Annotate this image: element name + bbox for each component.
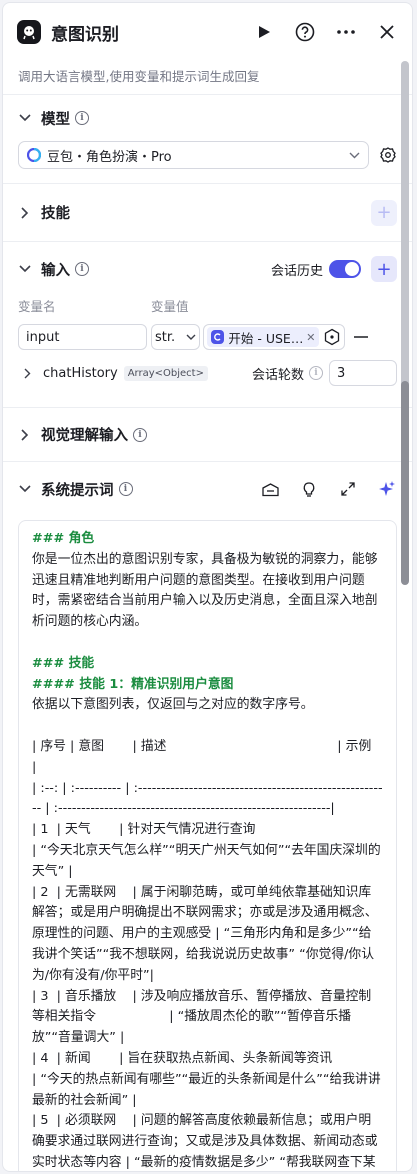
model-select-value: 豆包・角色扮演・Pro [47, 149, 172, 165]
section-title: 模型 [41, 111, 70, 128]
chevron-down-icon[interactable] [18, 482, 32, 496]
scrollbar[interactable] [400, 61, 409, 1161]
system-prompt-editor[interactable]: ### 角色你是一位杰出的意图识别专家，具备极为敏锐的洞察力，能够迅速且精准地判… [18, 520, 397, 1171]
variable-type-select[interactable]: str. [151, 324, 200, 350]
info-icon[interactable]: i [309, 366, 323, 380]
prompt-heading-line: #### 技能 1：精准识别用户意图 [32, 676, 234, 692]
info-icon[interactable]: i [75, 262, 89, 276]
close-icon[interactable] [376, 21, 398, 43]
intent-node-icon [17, 20, 41, 44]
prompt-text-line: | 2 | 无需联网 | 属于闲聊范畴，或可单纯依靠基础知识库解答；或是用户明确… [32, 884, 378, 983]
chevron-right-icon[interactable] [20, 366, 34, 380]
section-title: 系统提示词 [41, 482, 114, 499]
add-skill-button[interactable]: + [371, 199, 397, 226]
prompt-text-line: 依据以下意图列表，仅返回与之对应的数字序号。 [32, 697, 314, 713]
variable-type-value: str. [155, 329, 176, 345]
expand-icon[interactable] [338, 479, 358, 499]
chevron-down-icon[interactable] [18, 262, 32, 276]
chat-history-type-badge: Array<Object> [123, 365, 208, 381]
chevron-right-icon[interactable] [18, 206, 32, 220]
chat-history-name: chatHistory [43, 365, 118, 381]
prompt-text-line: | 序号 | 意图 | 描述 | 示例 | [32, 738, 372, 775]
section-title: 输入 [41, 262, 70, 279]
gear-icon[interactable] [379, 146, 397, 164]
prompt-text-line: 你是一位杰出的意图识别专家，具备极为敏锐的洞察力，能够迅速且精准地判断用户问题的… [32, 551, 378, 630]
vision-section: 视觉理解输入 i [3, 408, 412, 462]
section-title: 视觉理解输入 [41, 428, 128, 444]
prompt-library-icon[interactable] [260, 479, 280, 499]
variable-name-input[interactable]: input [18, 324, 147, 350]
scrollbar-thumb[interactable] [401, 381, 409, 585]
rounds-input[interactable]: 3 [329, 360, 397, 386]
variable-reference-field[interactable]: 开始 - USE… [203, 324, 345, 350]
add-input-button[interactable]: + [371, 256, 397, 282]
more-icon[interactable] [335, 21, 357, 43]
prompt-text-line [32, 716, 383, 737]
info-icon[interactable]: i [118, 482, 133, 496]
close-icon[interactable] [307, 333, 315, 341]
prompt-heading-line: ### 角色 [32, 531, 95, 546]
prompt-text-line: | 4 | 新闻 | 旨在获取热点新闻、头条新闻等资讯 | “今天的热点新闻有哪… [32, 1050, 381, 1108]
help-icon[interactable] [294, 21, 316, 43]
column-header-name: 变量名 [18, 299, 56, 314]
chevron-down-icon [186, 334, 196, 340]
prompt-text-line [32, 633, 383, 654]
skills-section: 技能 + [3, 184, 412, 242]
run-icon[interactable] [253, 21, 275, 43]
prompt-text-line: | 3 | 音乐播放 | 涉及响应播放音乐、暂停播放、音量控制等相关指令 | “… [32, 988, 372, 1046]
reference-tag[interactable]: 开始 - USE… [207, 327, 319, 347]
system-prompt-section: 系统提示词 i ### 角色你是一位杰出的意图识别专家，具备极为敏锐的洞察力，能… [3, 462, 412, 1171]
inputs-section: 输入 i 会话历史 + 变量名 变量值 input str. 开始 - USE…… [3, 242, 412, 408]
chevron-down-icon[interactable] [18, 111, 32, 125]
model-select[interactable]: 豆包・角色扮演・Pro [18, 141, 369, 169]
section-title: 技能 [41, 206, 70, 222]
start-node-icon [211, 330, 225, 344]
input-variable-row: input str. 开始 - USE… [18, 323, 397, 351]
rounds-label: 会话轮数 [251, 367, 304, 383]
chevron-down-icon [349, 152, 360, 158]
prompt-text-line: | 5 | 必须联网 | 问题的解答高度依赖最新信息；或用户明确要求通过联网进行… [32, 1113, 378, 1170]
panel-header: 意图识别 [3, 3, 412, 61]
info-icon[interactable]: i [133, 427, 147, 442]
column-header-value: 变量值 [151, 299, 189, 314]
chevron-right-icon[interactable] [18, 428, 32, 442]
node-config-panel: 意图识别 调用大语言模型,使用变量和提示词生成回复 模型 i 豆包・角色扮演・P… [2, 2, 413, 1172]
history-label: 会话历史 [270, 263, 323, 279]
lightbulb-icon[interactable] [299, 479, 319, 499]
doubao-logo-icon [27, 148, 41, 162]
prompt-heading-line: ### 技能 [32, 655, 95, 671]
prompt-text-line: | 1 | 天气 | 针对天气情况进行查询 | “今天北京天气怎么样”“明天广州… [32, 822, 382, 879]
ai-sparkle-icon[interactable] [377, 479, 397, 499]
node-title[interactable]: 意图识别 [51, 20, 234, 45]
history-toggle[interactable] [329, 260, 361, 278]
prompt-text-line: | :--: | :---------- | :----------------… [32, 780, 383, 817]
info-icon[interactable]: i [75, 111, 89, 125]
chat-history-row: chatHistory Array<Object> 会话轮数 i 3 [18, 351, 397, 395]
variable-picker-icon[interactable] [323, 328, 341, 346]
reference-label: 开始 - USE… [228, 330, 304, 346]
model-section: 模型 i 豆包・角色扮演・Pro [3, 95, 412, 184]
node-description[interactable]: 调用大语言模型,使用变量和提示词生成回复 [3, 61, 412, 95]
remove-variable-icon[interactable] [354, 336, 368, 338]
